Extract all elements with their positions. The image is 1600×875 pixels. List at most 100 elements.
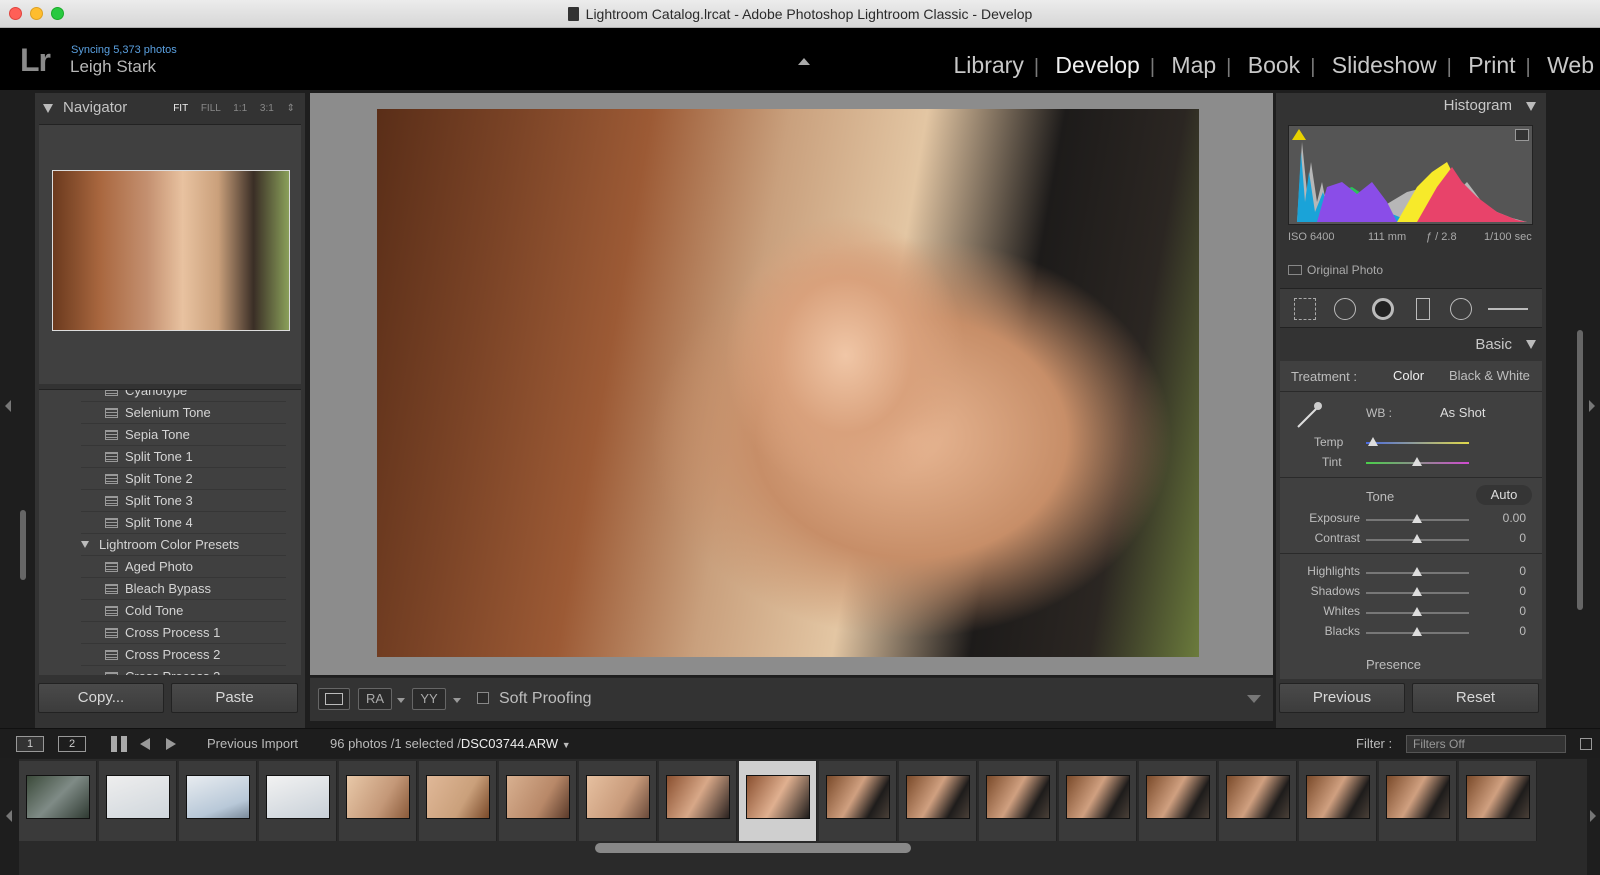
- module-map[interactable]: Map: [1171, 52, 1216, 78]
- preset-item[interactable]: Bleach Bypass: [81, 578, 286, 600]
- collapse-right-panel-icon[interactable]: [1589, 400, 1595, 412]
- filmstrip-cell[interactable]: [419, 761, 497, 841]
- preset-item[interactable]: Cross Process 1: [81, 622, 286, 644]
- collapse-top-panel-icon[interactable]: [798, 58, 810, 65]
- filmstrip-cell[interactable]: [979, 761, 1057, 841]
- zoom-fill[interactable]: FILL: [201, 103, 221, 114]
- collapse-triangle-icon[interactable]: [1526, 340, 1536, 349]
- whites-slider[interactable]: [1366, 607, 1469, 616]
- loupe-view-button[interactable]: [318, 688, 350, 710]
- collapse-left-panel-icon[interactable]: [5, 400, 11, 412]
- source-label[interactable]: Previous Import: [207, 736, 298, 751]
- main-window-button[interactable]: 1: [16, 736, 44, 752]
- filmstrip-cell[interactable]: [1139, 761, 1217, 841]
- preset-item[interactable]: Cyanotype: [81, 390, 286, 402]
- collapse-triangle-icon[interactable]: [43, 104, 53, 113]
- soft-proofing-checkbox[interactable]: [477, 692, 489, 704]
- filmstrip-cell[interactable]: [1299, 761, 1377, 841]
- filmstrip-cell[interactable]: [1379, 761, 1457, 841]
- original-photo-checkbox[interactable]: [1288, 265, 1302, 275]
- filmstrip-cell[interactable]: [659, 761, 737, 841]
- treatment-bw[interactable]: Black & White: [1449, 368, 1530, 383]
- preset-item[interactable]: Split Tone 4: [81, 512, 286, 534]
- filmstrip-thumbnail[interactable]: [1226, 775, 1290, 819]
- slider-thumb[interactable]: [1412, 514, 1422, 523]
- tint-slider[interactable]: [1366, 457, 1469, 466]
- red-eye-icon[interactable]: [1372, 298, 1394, 320]
- adjustment-brush-icon[interactable]: [1488, 308, 1528, 310]
- filmstrip-thumbnail[interactable]: [426, 775, 490, 819]
- module-develop[interactable]: Develop: [1055, 52, 1139, 78]
- preset-item[interactable]: Split Tone 1: [81, 446, 286, 468]
- slider-value[interactable]: 0.00: [1503, 511, 1526, 525]
- preset-item[interactable]: Cold Tone: [81, 600, 286, 622]
- wb-eyedropper-icon[interactable]: [1294, 399, 1324, 429]
- toolbar-options-icon[interactable]: [1247, 695, 1261, 703]
- preset-item[interactable]: Split Tone 2: [81, 468, 286, 490]
- treatment-color[interactable]: Color: [1393, 368, 1424, 383]
- wb-select[interactable]: As Shot: [1440, 405, 1486, 420]
- module-print[interactable]: Print: [1468, 52, 1515, 78]
- highlights-slider[interactable]: [1366, 567, 1469, 576]
- filmstrip-cell[interactable]: [739, 761, 817, 841]
- preset-item[interactable]: Split Tone 3: [81, 490, 286, 512]
- filmstrip-thumbnail[interactable]: [186, 775, 250, 819]
- spot-removal-icon[interactable]: [1334, 298, 1356, 320]
- preset-item[interactable]: Cross Process 2: [81, 644, 286, 666]
- view-dropdown-icon[interactable]: [397, 698, 405, 703]
- filmstrip-cell[interactable]: [1059, 761, 1137, 841]
- shadows-slider[interactable]: [1366, 587, 1469, 596]
- filter-select[interactable]: Filters Off: [1406, 735, 1566, 753]
- filmstrip-cell[interactable]: [1459, 761, 1537, 841]
- collapse-filmstrip-left-icon[interactable]: [6, 810, 12, 822]
- zoom-stepper-icon[interactable]: ⇕: [287, 103, 295, 114]
- filmstrip-thumbnail[interactable]: [586, 775, 650, 819]
- filmstrip-thumbnail[interactable]: [666, 775, 730, 819]
- filmstrip-cell[interactable]: [1219, 761, 1297, 841]
- preset-item[interactable]: Cross Process 3: [81, 666, 286, 675]
- paste-button[interactable]: Paste: [171, 683, 298, 713]
- module-book[interactable]: Book: [1248, 52, 1300, 78]
- preset-item[interactable]: Sepia Tone: [81, 424, 286, 446]
- filmstrip-thumbnail[interactable]: [1386, 775, 1450, 819]
- loupe-view[interactable]: [310, 93, 1273, 675]
- histogram-header[interactable]: Histogram: [1276, 93, 1546, 121]
- temp-slider[interactable]: [1366, 437, 1469, 446]
- filmstrip-cell[interactable]: [819, 761, 897, 841]
- view-dropdown-icon[interactable]: [453, 698, 461, 703]
- next-photo-icon[interactable]: [166, 738, 176, 750]
- preset-item[interactable]: Aged Photo: [81, 556, 286, 578]
- filmstrip-thumbnail[interactable]: [266, 775, 330, 819]
- before-after-left-right-button[interactable]: RA: [358, 688, 392, 710]
- navigator-preview[interactable]: [39, 124, 301, 384]
- filmstrip-thumbnail[interactable]: [346, 775, 410, 819]
- preset-item[interactable]: Selenium Tone: [81, 402, 286, 424]
- filmstrip-thumbnail[interactable]: [1306, 775, 1370, 819]
- radial-filter-icon[interactable]: [1450, 298, 1472, 320]
- contrast-slider[interactable]: [1366, 534, 1469, 543]
- filmstrip-cell[interactable]: [339, 761, 417, 841]
- collapse-triangle-icon[interactable]: [1526, 102, 1536, 111]
- module-web[interactable]: Web: [1547, 52, 1594, 78]
- filmstrip-thumbnail[interactable]: [26, 775, 90, 819]
- filmstrip-thumbnail[interactable]: [1066, 775, 1130, 819]
- zoom-1-1[interactable]: 1:1: [233, 103, 247, 114]
- tint-slider-thumb[interactable]: [1412, 457, 1422, 466]
- grid-view-icon[interactable]: [111, 736, 127, 752]
- preset-folder[interactable]: Lightroom Color Presets: [81, 534, 286, 556]
- blacks-slider[interactable]: [1366, 627, 1469, 636]
- basic-header[interactable]: Basic: [1276, 335, 1546, 359]
- sync-status[interactable]: Syncing 5,373 photos: [71, 44, 177, 56]
- slider-thumb[interactable]: [1412, 607, 1422, 616]
- crop-tool-icon[interactable]: [1294, 298, 1316, 320]
- slider-value[interactable]: 0: [1519, 604, 1526, 618]
- main-photo[interactable]: [377, 109, 1199, 657]
- navigator-header[interactable]: Navigator FIT FILL 1:1 3:1 ⇕: [35, 93, 305, 123]
- zoom-fit[interactable]: FIT: [173, 103, 188, 114]
- exposure-slider[interactable]: [1366, 514, 1469, 523]
- previous-photo-icon[interactable]: [140, 738, 150, 750]
- filmstrip-thumbnail[interactable]: [1146, 775, 1210, 819]
- secondary-window-button[interactable]: 2: [58, 736, 86, 752]
- collapse-filmstrip-right-icon[interactable]: [1590, 810, 1596, 822]
- filmstrip-cell[interactable]: [899, 761, 977, 841]
